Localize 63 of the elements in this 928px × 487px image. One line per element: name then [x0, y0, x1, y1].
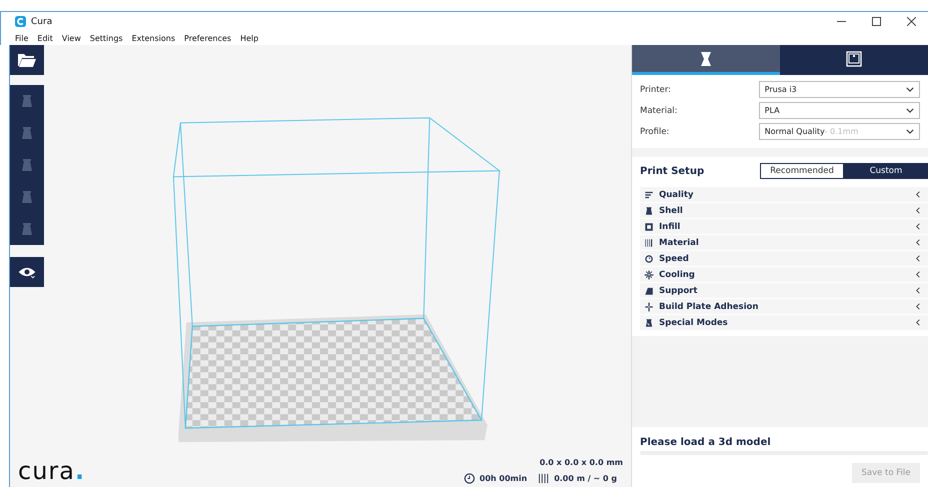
window-title: Cura: [31, 16, 52, 26]
menu-item[interactable]: Extensions: [132, 34, 176, 42]
chevron-left-icon: [916, 191, 920, 198]
clock-icon: [464, 473, 475, 484]
dropdown[interactable]: Normal Quality- 0.1mm: [758, 123, 920, 140]
menu-item[interactable]: Settings: [90, 34, 123, 42]
open-file-button[interactable]: [10, 45, 44, 75]
hourglass-icon: [698, 50, 714, 66]
cura-logo: cura.: [18, 457, 86, 485]
chevron-left-icon: [916, 303, 920, 310]
settings-category[interactable]: Speed: [640, 251, 928, 266]
menu-item[interactable]: Help: [240, 34, 258, 42]
settings-category[interactable]: Quality: [640, 187, 928, 202]
category-icon: [644, 302, 654, 312]
category-icon: [644, 238, 654, 248]
field-label: Printer:: [640, 84, 672, 94]
category-icon: [644, 206, 654, 216]
category-icon: [644, 270, 654, 280]
maximize-icon[interactable]: [872, 17, 881, 26]
dropdown[interactable]: PLA: [758, 102, 920, 119]
chevron-left-icon: [916, 319, 920, 326]
mode-tab[interactable]: Recommended: [760, 163, 844, 179]
app-logo-icon: [15, 16, 26, 27]
dropdown[interactable]: Prusa i3: [758, 81, 920, 98]
chevron-left-icon: [916, 255, 920, 262]
sidebar-tab[interactable]: [632, 45, 780, 75]
chevron-left-icon: [916, 223, 920, 230]
menu-item[interactable]: View: [62, 34, 81, 42]
filament-icon: [538, 473, 550, 484]
menu-item[interactable]: Preferences: [184, 34, 232, 42]
settings-category[interactable]: Build Plate Adhesion: [640, 299, 928, 314]
settings-category[interactable]: Support: [640, 283, 928, 298]
view-mode-button[interactable]: [10, 257, 44, 287]
folder-icon: [17, 52, 37, 68]
menu-item[interactable]: Edit: [37, 34, 53, 42]
printer-icon: [846, 50, 862, 66]
category-icon: [644, 190, 654, 200]
chevron-left-icon: [916, 271, 920, 278]
field-label: Material:: [640, 106, 678, 116]
close-icon[interactable]: [907, 17, 916, 26]
settings-category[interactable]: Special Modes: [640, 315, 928, 330]
chevron-left-icon: [916, 287, 920, 294]
menu-item[interactable]: File: [15, 34, 28, 42]
settings-category[interactable]: Shell: [640, 203, 928, 218]
print-time-text: 00h 00min: [480, 474, 528, 483]
category-icon: [644, 286, 654, 296]
category-icon: [644, 222, 654, 232]
chevron-down-icon: [906, 87, 914, 92]
chevron-down-icon: [906, 108, 914, 113]
field-label: Profile:: [640, 126, 670, 136]
settings-category[interactable]: Infill: [640, 219, 928, 234]
chevron-left-icon: [916, 239, 920, 246]
section-title: Print Setup: [640, 166, 704, 176]
category-icon: [644, 254, 654, 264]
status-message: Please load a 3d model: [640, 437, 772, 448]
category-icon: [644, 318, 654, 328]
settings-category[interactable]: Cooling: [640, 267, 928, 282]
chevron-down-icon: [906, 129, 914, 134]
settings-category[interactable]: Material: [640, 235, 928, 250]
mode-tab[interactable]: Custom: [844, 163, 928, 179]
dimensions-text: 0.0 x 0.0 x 0.0 mm: [540, 458, 623, 467]
material-usage-text: 0.00 m / ~ 0 g: [554, 474, 617, 483]
chevron-left-icon: [916, 207, 920, 214]
